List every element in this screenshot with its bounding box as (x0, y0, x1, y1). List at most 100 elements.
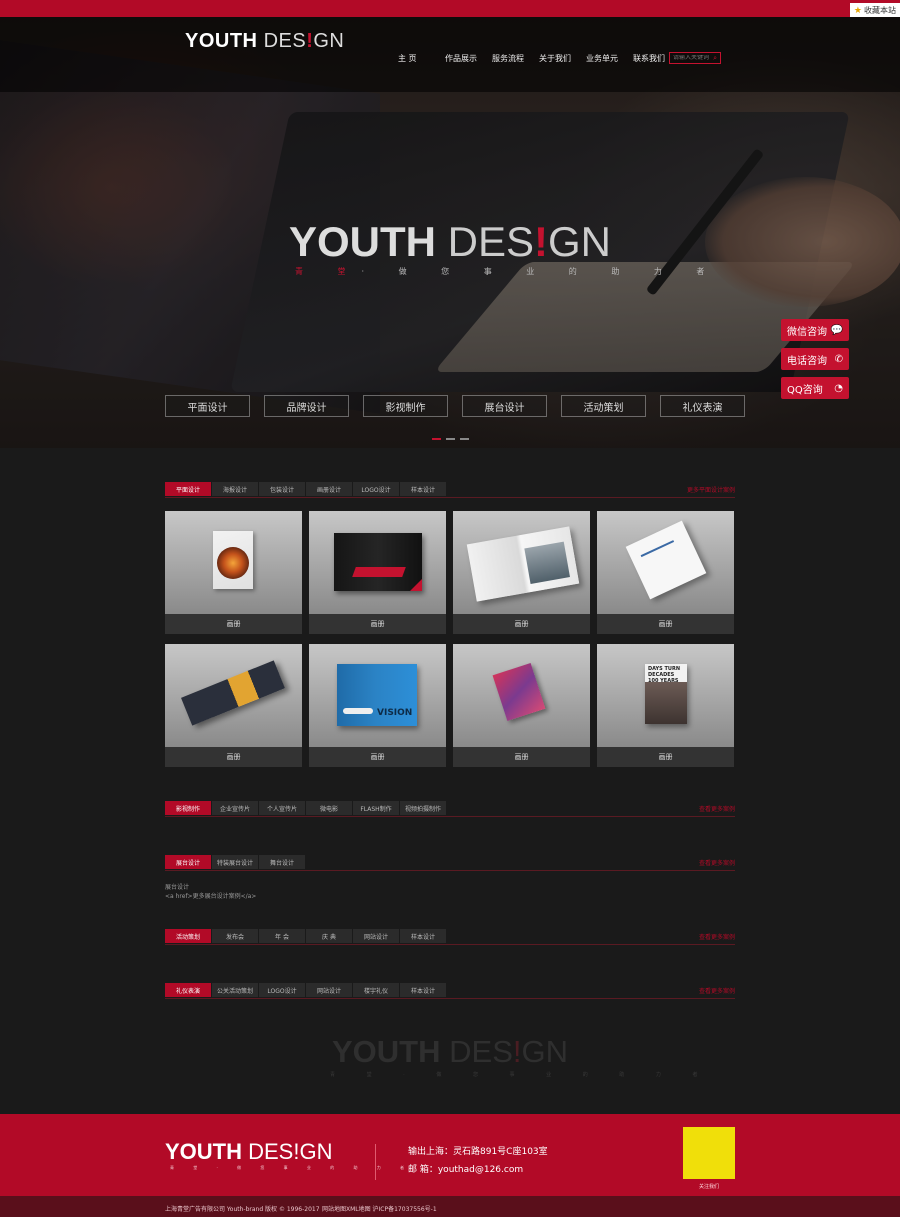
wechat-consult-label: 微信咨询 (787, 326, 827, 338)
footer-divider (375, 1144, 376, 1180)
site-logo[interactable]: YOUTH DES!GN (185, 30, 344, 53)
footer-logo-thin-b: GN (299, 1139, 333, 1164)
footer-address: 输出上海：灵石路891号C座103室 (408, 1147, 548, 1157)
tab-video-shoot[interactable]: 视频拍摄制作 (400, 801, 446, 815)
portfolio-card[interactable]: 画册 (453, 511, 590, 634)
tab-event[interactable]: 活动策划 (165, 929, 211, 943)
category-booth[interactable]: 展台设计 (462, 395, 547, 417)
nav-process[interactable]: 服务流程 (492, 53, 539, 64)
ghost-logo-thin-a: DES (449, 1034, 513, 1069)
search-input[interactable] (673, 55, 709, 61)
ghost-tagline: 青 堂 · 做 您 事 业 的 助 力 者 (330, 1072, 713, 1078)
portfolio-image (165, 644, 302, 747)
phone-consult-label: 电话咨询 (787, 355, 827, 367)
event-tab-row: 活动策划 发布会 年 会 庆 典 网站设计 样本设计 查看更多案例 (165, 929, 735, 945)
ceremony-more-link[interactable]: 查看更多案例 (699, 986, 735, 995)
tab-ceremony[interactable]: 礼仪表演 (165, 983, 211, 997)
hero-brand: YOUTH DES!GN (0, 218, 900, 266)
icp-text[interactable]: 网站地图XML地图 沪ICP备17037556号-1 (322, 1204, 437, 1213)
booth-more-link[interactable]: 查看更多案例 (699, 858, 735, 867)
tab-video[interactable]: 影视制作 (165, 801, 211, 815)
slider-dots (432, 438, 469, 440)
footer-email: 邮 箱：youthad@126.com (408, 1165, 524, 1175)
tab-annual[interactable]: 年 会 (259, 929, 305, 943)
tab-building-ceremony[interactable]: 楼宇礼仪 (353, 983, 399, 997)
wechat-consult-button[interactable]: 微信咨询 💬 (781, 319, 849, 341)
portfolio-caption: 画册 (453, 747, 590, 767)
tab-stage[interactable]: 舞台设计 (259, 855, 305, 869)
portfolio-grid-row-1: 画册 画册 画册 画册 (165, 511, 735, 634)
category-brand[interactable]: 品牌设计 (264, 395, 349, 417)
tab-poster[interactable]: 海报设计 (212, 482, 258, 496)
portfolio-card[interactable]: 画册 (597, 511, 734, 634)
favorite-link[interactable]: ★ 收藏本站 (849, 3, 900, 17)
qq-icon: ◔ (834, 382, 843, 394)
tab-launch[interactable]: 发布会 (212, 929, 258, 943)
portfolio-card[interactable]: 画册 (309, 511, 446, 634)
portfolio-card[interactable]: 画册 (165, 511, 302, 634)
category-event[interactable]: 活动策划 (561, 395, 646, 417)
portfolio-image: VISION (309, 644, 446, 747)
tab-web-design[interactable]: 网站设计 (306, 983, 352, 997)
tab-special-booth[interactable]: 特装展台设计 (212, 855, 258, 869)
portfolio-card[interactable]: 画册 (165, 644, 302, 767)
copyright-text: 上海青堂广告有限公司 Youth-brand 版权 © 1996-2017 (165, 1206, 320, 1213)
portfolio-image (453, 511, 590, 614)
tab-logo-design[interactable]: LOGO设计 (259, 983, 305, 997)
tab-brochure[interactable]: 画册设计 (306, 482, 352, 496)
portfolio-image: DAYS TURN DECADES 100 YEARS (597, 644, 734, 747)
tab-micro-film[interactable]: 微电影 (306, 801, 352, 815)
tab-personal-film[interactable]: 个人宣传片 (259, 801, 305, 815)
video-more-link[interactable]: 查看更多案例 (699, 804, 735, 813)
tab-graphic[interactable]: 平面设计 (165, 482, 211, 496)
hero-tagline-text: · 做 您 事 业 的 助 力 者 (361, 267, 721, 276)
portfolio-card[interactable]: VISION 画册 (309, 644, 446, 767)
nav-about[interactable]: 关于我们 (539, 53, 586, 64)
top-strip: ★ 收藏本站 (0, 0, 900, 17)
portfolio-image (165, 511, 302, 614)
video-tab-row: 影视制作 企业宣传片 个人宣传片 微电影 FLASH制作 视频拍摄制作 查看更多… (165, 801, 735, 817)
slider-dot-2[interactable] (446, 438, 455, 440)
slider-dot-1[interactable] (432, 438, 441, 440)
nav-business[interactable]: 业务单元 (586, 53, 633, 64)
category-graphic[interactable]: 平面设计 (165, 395, 250, 417)
portfolio-caption: 画册 (165, 747, 302, 767)
hero-tagline: 青 堂· 做 您 事 业 的 助 力 者 (295, 266, 704, 277)
portfolio-card[interactable]: 画册 (453, 644, 590, 767)
phone-consult-button[interactable]: 电话咨询 ✆ (781, 348, 849, 370)
qr-code (683, 1127, 735, 1179)
logo-thin-a: DES (263, 30, 307, 52)
tab-pr-event[interactable]: 公关活动策划 (212, 983, 258, 997)
slider-dot-3[interactable] (460, 438, 469, 440)
copyright-bar: 上海青堂广告有限公司 Youth-brand 版权 © 1996-2017 网站… (0, 1196, 900, 1217)
event-more-link[interactable]: 查看更多案例 (699, 932, 735, 941)
tab-booth[interactable]: 展台设计 (165, 855, 211, 869)
search-box: ⌕ (669, 52, 721, 64)
nav-works[interactable]: 作品展示 (445, 53, 492, 64)
portfolio-card[interactable]: DAYS TURN DECADES 100 YEARS 画册 (597, 644, 734, 767)
tab-sample[interactable]: 样本设计 (400, 482, 446, 496)
hero-brand-thin-a: DES (447, 218, 535, 265)
portfolio-caption: 画册 (597, 747, 734, 767)
tab-celebration[interactable]: 庆 典 (306, 929, 352, 943)
portfolio-caption: 画册 (309, 747, 446, 767)
phone-icon: ✆ (834, 353, 843, 365)
category-ceremony[interactable]: 礼仪表演 (660, 395, 745, 417)
tab-corporate-film[interactable]: 企业宣传片 (212, 801, 258, 815)
tab-sample-event[interactable]: 样本设计 (400, 929, 446, 943)
nav-home[interactable]: 主 页 (398, 53, 445, 64)
tab-website[interactable]: 网站设计 (353, 929, 399, 943)
tab-logo[interactable]: LOGO设计 (353, 482, 399, 496)
tab-flash[interactable]: FLASH制作 (353, 801, 399, 815)
ghost-logo: YOUTH DES!GN (0, 1034, 900, 1070)
ghost-logo-thin-b: GN (521, 1034, 569, 1069)
tab-sample-ceremony[interactable]: 样本设计 (400, 983, 446, 997)
tab-packaging[interactable]: 包装设计 (259, 482, 305, 496)
qq-consult-button[interactable]: QQ咨询 ◔ (781, 377, 849, 399)
graphic-more-link[interactable]: 更多平面设计案例 (687, 485, 735, 494)
main-nav: 主 页 作品展示 服务流程 关于我们 业务单元 联系我们 (398, 53, 680, 64)
category-video[interactable]: 影视制作 (363, 395, 448, 417)
search-icon[interactable]: ⌕ (713, 54, 717, 63)
hero-category-row: 平面设计 品牌设计 影视制作 展台设计 活动策划 礼仪表演 (165, 395, 745, 417)
footer-logo[interactable]: YOUTH DES!GN (165, 1139, 333, 1165)
